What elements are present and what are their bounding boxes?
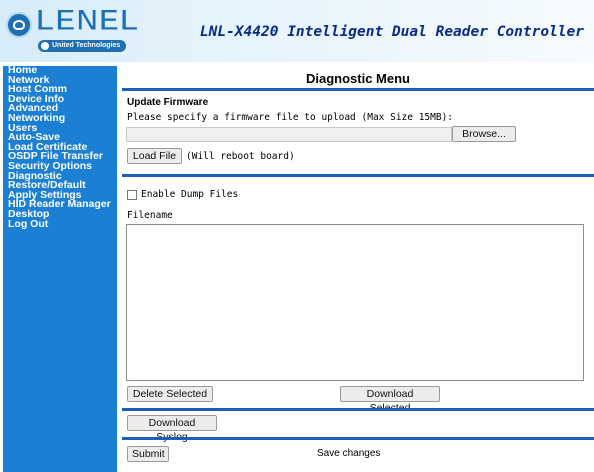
section-divider [122,408,594,411]
filename-list[interactable] [126,224,584,381]
lenel-logo: LENEL United Technologies [4,4,139,54]
enable-dump-files-checkbox[interactable] [127,190,137,200]
reboot-note: (Will reboot board) [186,151,295,162]
united-technologies-icon [41,42,49,50]
sidebar-list: Home Network Host Comm Device Info Advan… [8,65,117,230]
save-changes-text: Save changes [317,448,381,459]
logo-text: LENEL [35,4,140,38]
product-title: LNL-X4420 Intelligent Dual Reader Contro… [199,24,584,40]
main-content: Diagnostic Menu Update Firmware Please s… [122,66,594,472]
firmware-file-path-input[interactable] [126,127,452,142]
download-selected-button[interactable]: Download Selected [340,386,440,414]
submit-button[interactable]: Submit [127,446,169,462]
firmware-instruction: Please specify a firmware file to upload… [127,112,454,123]
section-divider [122,88,594,91]
enable-dump-files-label: Enable Dump Files [141,189,239,200]
load-file-button[interactable]: Load File [127,148,182,164]
section-divider [122,437,594,440]
sidebar-item-hid-reader-manager[interactable]: HID Reader Manager Desktop [8,199,117,219]
sidebar-item-advanced-networking[interactable]: Advanced Networking [8,103,117,123]
section-divider [122,174,594,177]
browse-button[interactable]: Browse... [452,126,516,142]
update-firmware-heading: Update Firmware [127,97,209,108]
header-banner: LENEL United Technologies LNL-X4420 Inte… [0,0,594,62]
logo-subtitle: United Technologies [38,40,127,52]
delete-selected-button[interactable]: Delete Selected [127,386,213,402]
page-title: Diagnostic Menu [305,71,410,86]
logo-subtitle-text: United Technologies [52,42,121,49]
download-syslog-button[interactable]: Download Syslog [127,415,217,443]
sidebar-nav: Home Network Host Comm Device Info Advan… [3,65,117,472]
sidebar-item-log-out[interactable]: Log Out [8,218,117,230]
lenel-logo-mark-icon [6,12,32,38]
filename-heading: Filename [127,210,173,221]
